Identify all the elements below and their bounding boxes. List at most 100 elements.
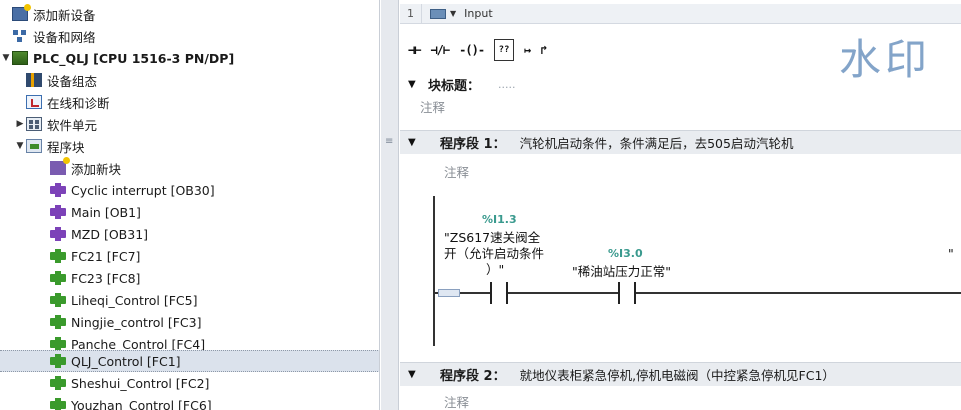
tree-item-add-block[interactable]: 添加新块 (0, 157, 379, 179)
block-title-label: 块标题： (428, 78, 481, 94)
network-1-comment[interactable]: 注释 (444, 160, 469, 182)
tree-item-block[interactable]: Liheqi_Control [FC5] (0, 289, 379, 311)
contact-2-address: %I3.0 (608, 247, 643, 260)
tree-item-label: Ningjie_control [FC3] (71, 314, 202, 330)
tree-item-label: QLJ_Control [FC1] (71, 353, 181, 369)
tree-item-block[interactable]: Main [OB1] (0, 201, 379, 223)
expand-arrow-icon[interactable]: ▶ (14, 119, 26, 129)
close-branch-button[interactable]: ↱ (540, 39, 547, 61)
tree-item-label: 在线和诊断 (47, 95, 110, 111)
network-1-label: 程序段 1： (440, 137, 506, 152)
tree-item-label: 程序块 (47, 139, 85, 155)
software-units-icon (26, 117, 42, 131)
tree-item-device-config[interactable]: 设备组态 (0, 69, 379, 91)
no-contact-button[interactable]: ⊣⊢ (408, 39, 421, 61)
tree-item-plc[interactable]: ▼ PLC_QLJ [CPU 1516-3 PN/DP] (0, 47, 379, 69)
interface-row-number: 1 (400, 4, 422, 23)
plc-icon (12, 51, 28, 65)
network-2-title[interactable]: 就地仪表柜紧急停机,停机电磁阀（中控紧急停机见FC1） (520, 365, 835, 384)
tree-item-label: 添加新设备 (33, 7, 96, 23)
network-2-label: 程序段 2： (440, 369, 506, 384)
tree-item-add-device[interactable]: 添加新设备 (0, 3, 379, 25)
network-1-rung: %I1.3 "ZS617速关阀全 开（允许启动条件 ）" %I3.0 "稀油站压… (400, 196, 961, 346)
network-icon (12, 29, 28, 43)
tree-item-block-selected[interactable]: QLJ_Control [FC1] (0, 350, 379, 372)
nc-contact-button[interactable]: ⊣/⊢ (430, 39, 450, 61)
fc-block-icon (50, 315, 66, 329)
tree-item-block[interactable]: Sheshui_Control [FC2] (0, 372, 379, 394)
tree-item-label: Main [OB1] (71, 204, 141, 220)
contact-2-tag: "稀油站压力正常" (572, 264, 671, 279)
network-2-header[interactable]: ▼ 程序段 2： 就地仪表柜紧急停机,停机电磁阀（中控紧急停机见FC1） (400, 362, 961, 386)
contact-1-address: %I1.3 (482, 213, 517, 226)
collapse-arrow-icon[interactable]: ▼ (408, 137, 420, 148)
fc-block-icon (50, 398, 66, 410)
collapse-arrow-icon[interactable]: ▼ (14, 141, 26, 151)
fc-block-icon (50, 249, 66, 263)
network-1-header[interactable]: ▼ 程序段 1： 汽轮机启动条件，条件满足后，去505启动汽轮机 (400, 130, 961, 154)
no-contact-1[interactable] (490, 282, 508, 304)
interface-section-label: Input (464, 7, 493, 20)
tree-item-block[interactable]: MZD [OB31] (0, 223, 379, 245)
no-contact-2[interactable] (618, 282, 636, 304)
rung-wire (435, 292, 961, 294)
tree-item-label: Cyclic interrupt [OB30] (71, 182, 215, 198)
rung-start-marker[interactable] (438, 289, 460, 297)
program-blocks-icon (26, 139, 42, 153)
tree-item-label: 软件单元 (47, 117, 98, 133)
add-device-icon (12, 4, 31, 21)
tree-item-devices-networks[interactable]: 设备和网络 (0, 25, 379, 47)
ladder-editor: 1 ▼ Input ⊣⊢ ⊣/⊢ -()- ?? ↦ ↱ 水印 ▼ 块标题： .… (400, 0, 961, 410)
fc-block-icon (50, 293, 66, 307)
tree-item-label: FC21 [FC7] (71, 248, 141, 264)
left-power-rail (433, 196, 435, 346)
collapse-arrow-icon[interactable]: ▼ (0, 53, 12, 63)
fc-block-icon (50, 354, 66, 368)
tree-item-label: Sheshui_Control [FC2] (71, 375, 210, 391)
fc-block-icon (50, 376, 66, 390)
network-1-title[interactable]: 汽轮机启动条件，条件满足后，去505启动汽轮机 (520, 133, 794, 152)
tree-item-block[interactable]: Cyclic interrupt [OB30] (0, 179, 379, 201)
collapse-arrow-icon[interactable]: ▼ (408, 369, 420, 380)
interface-section-icon (430, 8, 446, 19)
block-comment[interactable]: 注释 (420, 95, 445, 117)
open-branch-button[interactable]: ↦ (524, 39, 531, 61)
collapse-arrow-icon[interactable]: ▼ (408, 79, 420, 90)
contact-1-tag-line1: "ZS617速关阀全 (444, 230, 541, 245)
empty-box-button[interactable]: ?? (494, 39, 515, 61)
dropdown-arrow-icon[interactable]: ▼ (450, 9, 456, 18)
fc-block-icon (50, 337, 66, 351)
coil-button[interactable]: -()- (459, 39, 485, 61)
tree-item-block[interactable]: Youzhan_Control [FC6] (0, 394, 379, 410)
ob-block-icon (50, 183, 66, 197)
tree-item-label: PLC_QLJ [CPU 1516-3 PN/DP] (33, 50, 235, 66)
project-tree: 添加新设备 设备和网络 ▼ PLC_QLJ [CPU 1516-3 PN/DP]… (0, 0, 380, 410)
tree-item-block[interactable]: FC21 [FC7] (0, 245, 379, 267)
tree-item-label: 添加新块 (71, 161, 122, 177)
ob-block-icon (50, 227, 66, 241)
pane-splitter[interactable] (381, 0, 399, 410)
tree-item-software-units[interactable]: ▶ 软件单元 (0, 113, 379, 135)
fc-block-icon (50, 271, 66, 285)
contact-1-tag-line3: ）" (486, 262, 505, 277)
tree-item-online-diagnostics[interactable]: 在线和诊断 (0, 91, 379, 113)
block-interface-bar: 1 ▼ Input (400, 4, 961, 24)
network-2-comment[interactable]: 注释 (444, 390, 469, 410)
splitter-grip-icon[interactable]: ≡ (385, 136, 393, 147)
tree-item-block[interactable]: FC23 [FC8] (0, 267, 379, 289)
tree-item-label: MZD [OB31] (71, 226, 149, 242)
contact-1-tag-line2: 开（允许启动条件 (444, 246, 545, 261)
tree-item-block[interactable]: Ningjie_control [FC3] (0, 311, 379, 333)
tree-item-label: 设备组态 (47, 73, 98, 89)
ob-block-icon (50, 205, 66, 219)
tree-item-program-blocks[interactable]: ▼ 程序块 (0, 135, 379, 157)
tree-item-label: FC23 [FC8] (71, 270, 141, 286)
tree-item-label: Liheqi_Control [FC5] (71, 292, 198, 308)
block-title-placeholder[interactable]: ..... (498, 78, 515, 91)
online-diagnostics-icon (26, 95, 42, 109)
block-title-header[interactable]: ▼ 块标题： ..... (400, 72, 961, 96)
add-block-icon (50, 157, 70, 175)
tree-item-label: Youzhan_Control [FC6] (71, 397, 212, 410)
contact-3-tag-cut: " (948, 246, 954, 261)
device-config-icon (26, 73, 42, 87)
